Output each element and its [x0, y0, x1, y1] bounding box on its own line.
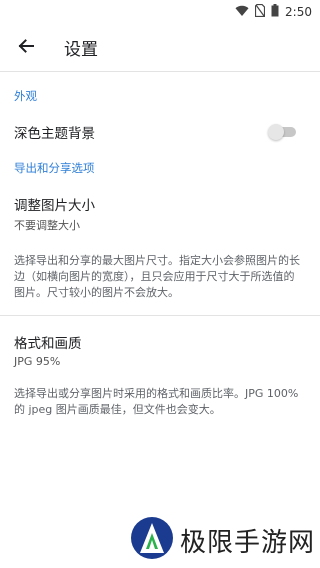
resize-label: 调整图片大小 — [14, 198, 95, 214]
watermark-logo-icon — [130, 516, 174, 564]
back-button[interactable] — [2, 24, 50, 72]
app-bar: 设置 — [0, 24, 320, 72]
no-sim-icon — [254, 3, 266, 20]
format-value: JPG 95% — [14, 355, 61, 368]
watermark-text: 极限手游网 — [180, 527, 316, 558]
resize-setting[interactable]: 调整图片大小 不要调整大小 选择导出和分享的最大图片尺寸。指定大小会参照图片的长… — [0, 194, 320, 315]
arrow-back-icon — [17, 37, 35, 59]
wifi-icon — [235, 5, 249, 20]
dark-theme-row[interactable]: 深色主题背景 — [0, 110, 320, 154]
format-description: 选择导出或分享图片时采用的格式和画质比率。JPG 100% 的 jpeg 图片画… — [14, 387, 299, 416]
section-header-appearance: 外观 — [14, 89, 37, 103]
divider — [0, 315, 320, 316]
battery-icon — [271, 4, 279, 20]
status-bar: 2:50 — [0, 0, 320, 24]
dark-theme-label: 深色主题背景 — [14, 126, 95, 142]
page-title: 设置 — [64, 40, 98, 60]
watermark: 极限手游网 — [130, 516, 315, 564]
section-header-export-share: 导出和分享选项 — [14, 161, 95, 175]
resize-description: 选择导出和分享的最大图片尺寸。指定大小会参照图片的长边（如横向图片的宽度），且只… — [14, 254, 300, 299]
switch-thumb — [268, 124, 284, 140]
format-quality-setting[interactable]: 格式和画质 JPG 95% 选择导出或分享图片时采用的格式和画质比率。JPG 1… — [0, 332, 320, 418]
resize-value: 不要调整大小 — [14, 219, 80, 232]
format-label: 格式和画质 — [14, 336, 82, 352]
status-time: 2:50 — [285, 5, 312, 19]
dark-theme-switch[interactable] — [268, 124, 298, 140]
